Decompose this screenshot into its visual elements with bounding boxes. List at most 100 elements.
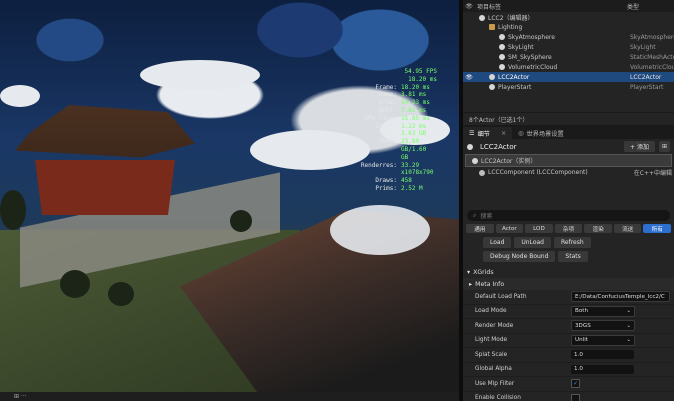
- stat-label: GPU Time:: [364, 114, 397, 122]
- outliner-row[interactable]: 👁 LCC2Actor LCC2Actor: [463, 72, 674, 82]
- property-dropdown[interactable]: Both ⌄: [571, 305, 635, 317]
- property-value: 1.0: [571, 350, 674, 360]
- outliner-item-label: SkyAtmosphere: [508, 33, 555, 41]
- outliner-row[interactable]: Lighting: [463, 22, 674, 32]
- details-search[interactable]: ⌕ 搜索: [467, 210, 670, 221]
- filter-5[interactable]: 流送: [613, 224, 642, 233]
- stat-label: RHIT:: [378, 106, 397, 114]
- tree: [60, 270, 90, 298]
- search-input[interactable]: 搜索: [480, 211, 492, 220]
- column-type[interactable]: 类型: [627, 2, 674, 11]
- stat-value: 14.23 ms: [401, 99, 430, 107]
- stat-row: VMem: 23.89 GB/1.60 GB: [345, 138, 437, 161]
- filter-3[interactable]: 杂项: [554, 224, 583, 233]
- debug-node-bound-button[interactable]: Debug Node Bound: [483, 251, 556, 262]
- property-checkbox[interactable]: ✓: [571, 393, 580, 401]
- category-filters: 通用 Actor LOD 杂项 渲染 流送 所有: [466, 224, 672, 233]
- stat-label: Mem:: [382, 130, 397, 138]
- outliner-row[interactable]: SM_SkySphere StaticMeshActor: [463, 52, 674, 62]
- eye-icon[interactable]: 👁: [463, 3, 475, 10]
- outliner-tree: LCC2（编辑器） Lighting SkyAtmosphere SkyAtmosph…: [463, 12, 674, 112]
- dropdown-value: Unlit: [575, 337, 588, 344]
- section-meta-label: Meta Info: [475, 280, 505, 288]
- outliner-row[interactable]: LCC2（编辑器）: [463, 12, 674, 22]
- filter-0[interactable]: 通用: [466, 224, 494, 233]
- close-icon[interactable]: ×: [501, 130, 506, 137]
- globe-icon: ◎: [518, 129, 524, 137]
- outliner-item: PlayerStart: [475, 83, 630, 91]
- outliner-row[interactable]: VolumetricCloud VolumetricCloud: [463, 62, 674, 72]
- section-meta-info[interactable]: ▸ Meta Info: [463, 278, 674, 290]
- tab-world-settings[interactable]: ◎ 世界场景设置: [512, 127, 570, 139]
- tab-label: 细节: [477, 130, 490, 138]
- viewport-status-bar: ⊞ ···: [0, 392, 459, 401]
- eye-icon[interactable]: 👁: [463, 74, 475, 81]
- stat-value: 15.85 ms: [401, 114, 430, 122]
- stat-row: Game: 3.81 ms: [345, 91, 437, 99]
- stat-value: 33.29 x1078x790: [401, 161, 434, 177]
- property-row: Enable Collision ✓: [463, 392, 674, 401]
- property-list: Default Load Path E:/Data/ConfuciusTemple…: [463, 290, 674, 401]
- filter-4[interactable]: 渲染: [584, 224, 612, 233]
- default-load-path-field[interactable]: E:/Data/ConfuciusTemple_lcc2/C: [571, 291, 670, 303]
- stat-row: Draw: 14.23 ms: [345, 99, 437, 107]
- stat-row: RHIT: 7.81 ms: [345, 107, 437, 115]
- property-value: ✓: [571, 393, 674, 401]
- outliner-item: Lighting: [475, 23, 630, 31]
- outliner-item: VolumetricCloud: [475, 63, 630, 71]
- blueprint-icon[interactable]: ⊞: [658, 141, 670, 152]
- stats-overlay: 54.95 FPS 18.20 ms Frame: 18.20 ms Game: 3.81…: [345, 68, 437, 193]
- outliner-row[interactable]: SkyAtmosphere SkyAtmosphere: [463, 32, 674, 42]
- column-item-label[interactable]: 项目标签: [475, 2, 627, 11]
- temple-wall: [35, 160, 175, 215]
- property-dropdown[interactable]: 3DGS ⌄: [571, 320, 635, 332]
- folder-icon: [489, 23, 495, 30]
- section-xgrids[interactable]: ▾ XGrids: [463, 266, 674, 278]
- property-label: Splat Scale: [475, 351, 508, 358]
- dropdown-value: Both: [575, 308, 588, 315]
- outliner-item-label: LCC2Actor: [498, 73, 530, 81]
- outliner-item: SkyLight: [475, 43, 630, 51]
- unload-button[interactable]: UnLoad: [514, 237, 551, 248]
- property-dropdown[interactable]: Unlit ⌄: [571, 334, 635, 346]
- stats-button[interactable]: Stats: [558, 251, 588, 262]
- edit-in-cpp-link[interactable]: 在C++中编辑: [634, 168, 674, 177]
- outliner-item-label: PlayerStart: [498, 83, 532, 91]
- outliner-item-label: LCC2（编辑器）: [488, 14, 534, 22]
- property-value: E:/Data/ConfuciusTemple_lcc2/C: [571, 291, 674, 303]
- filter-1[interactable]: Actor: [495, 224, 524, 233]
- component-row[interactable]: LCC2Actor（实例）: [465, 154, 672, 167]
- filter-2[interactable]: LOD: [525, 224, 553, 233]
- outliner-item-type: StaticMeshActor: [630, 53, 674, 61]
- level-viewport[interactable]: 54.95 FPS 18.20 ms Frame: 18.20 ms Game: 3.81…: [0, 0, 459, 401]
- component-row[interactable]: LCCComponent (LCCComponent) 在C++中编辑: [463, 167, 674, 178]
- tab-details[interactable]: ☰ 细节 ×: [463, 127, 513, 139]
- property-number[interactable]: 1.0: [571, 364, 634, 374]
- refresh-button[interactable]: Refresh: [554, 237, 591, 248]
- property-label: Default Load Path: [475, 293, 527, 300]
- stat-row: 18.20 ms: [345, 76, 437, 84]
- filter-6[interactable]: 所有: [643, 224, 672, 233]
- actor-icon: [499, 43, 505, 50]
- property-checkbox[interactable]: ✓: [571, 379, 580, 389]
- cloud: [0, 85, 40, 107]
- outliner-row[interactable]: SkyLight SkyLight: [463, 42, 674, 52]
- component-icon: [479, 169, 485, 176]
- property-label: Enable Collision: [475, 395, 521, 401]
- level-icon: [479, 14, 485, 21]
- property-label: Light Mode: [475, 337, 508, 344]
- viewport-status-text: ⊞ ···: [14, 393, 27, 400]
- load-button[interactable]: Load: [483, 237, 512, 248]
- cloud: [140, 60, 260, 90]
- cloud: [330, 205, 430, 255]
- dropdown-value: 3DGS: [575, 322, 591, 329]
- chevron-down-icon: ⌄: [626, 308, 631, 315]
- stat-label: Draw:: [378, 99, 397, 107]
- property-number[interactable]: 1.0: [571, 350, 634, 360]
- property-row: Global Alpha 1.0: [463, 363, 674, 377]
- outliner-row[interactable]: PlayerStart PlayerStart: [463, 82, 674, 92]
- add-component-button[interactable]: + 添加: [624, 141, 655, 152]
- stat-value: 18.20 ms: [408, 75, 437, 83]
- stat-label: Renderres:: [360, 161, 397, 169]
- actor-name: LCC2Actor: [480, 142, 517, 151]
